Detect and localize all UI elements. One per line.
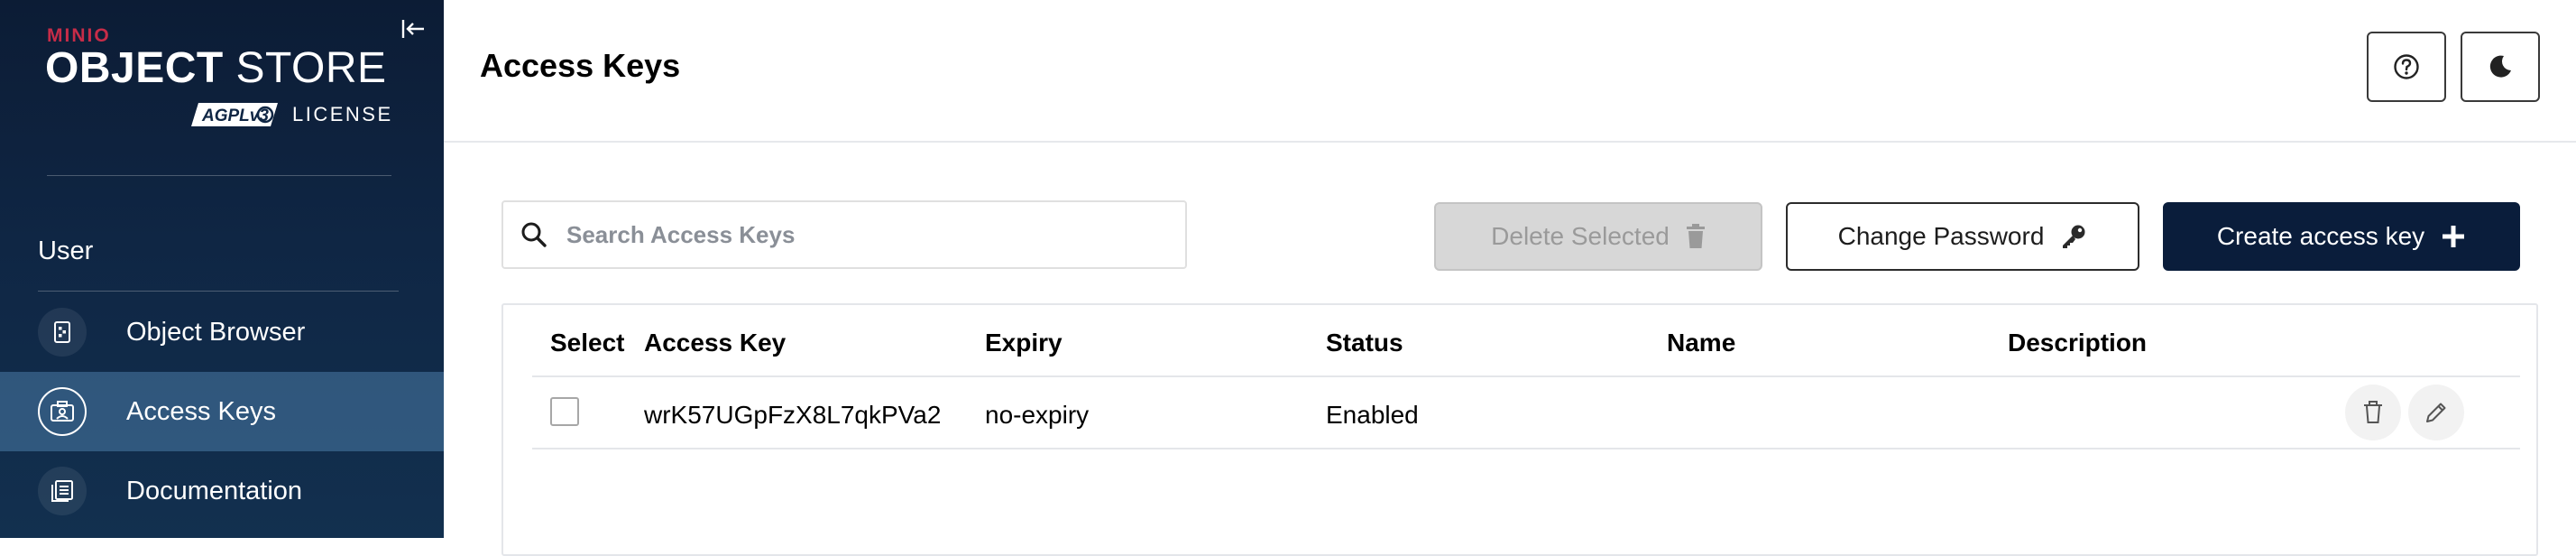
cell-access-key: wrK57UGpFzX8L7qkPVa2 [644,401,942,429]
sidebar: MINIO OBJECT STORE AGPLv3 LICENSE User O… [0,0,444,538]
logo-product: OBJECT STORE [45,44,387,92]
delete-selected-button[interactable]: Delete Selected [1434,202,1762,271]
dark-mode-icon [2489,55,2511,78]
header-divider [532,375,2520,377]
sidebar-divider [47,175,391,176]
pencil-icon [2426,403,2446,422]
delete-row-button[interactable] [2345,385,2401,440]
documentation-icon [38,467,87,515]
column-header-access-key[interactable]: Access Key [644,329,786,357]
agpl-badge-icon: AGPLv3 [191,103,278,126]
change-password-button[interactable]: Change Password [1786,202,2139,271]
object-browser-icon [38,308,87,357]
trash-icon [1686,224,1705,248]
sidebar-section-user: User [38,236,94,265]
key-icon [2063,225,2085,248]
cell-status: Enabled [1326,401,1419,429]
column-header-name[interactable]: Name [1667,329,1735,357]
page-header: Access Keys [444,0,2576,143]
trash-icon [2364,401,2382,423]
search-input[interactable] [566,211,1162,258]
column-header-status[interactable]: Status [1326,329,1403,357]
plus-icon [2443,226,2465,247]
create-access-key-label: Create access key [2216,222,2425,250]
sidebar-item-label: Documentation [126,476,303,505]
sidebar-item-access-keys[interactable]: Access Keys [0,372,444,451]
search-icon [521,222,547,247]
help-icon [2394,54,2419,79]
sidebar-section-divider [38,291,399,292]
column-header-description[interactable]: Description [2008,329,2147,357]
column-header-expiry[interactable]: Expiry [985,329,1063,357]
page-title: Access Keys [480,47,681,84]
cell-expiry: no-expiry [985,401,1090,429]
sidebar-item-label: Access Keys [126,396,276,426]
main-content: Delete Selected Change Password Create a… [444,144,2576,556]
edit-row-button[interactable] [2408,385,2464,440]
help-button[interactable] [2367,32,2446,102]
column-header-select: Select [550,329,625,357]
access-keys-icon [38,387,87,436]
collapse-left-icon [401,20,424,38]
change-password-label: Change Password [1837,222,2045,250]
row-divider [532,448,2520,449]
access-keys-table: Select Access Key Expiry Status Name Des… [501,303,2538,556]
sidebar-item-label: Object Browser [126,317,306,347]
collapse-sidebar-button[interactable] [399,14,428,43]
row-select-checkbox[interactable] [550,397,579,426]
search-box [501,200,1187,269]
create-access-key-button[interactable]: Create access key [2163,202,2520,271]
minio-logo[interactable]: MINIO OBJECT STORE AGPLv3 LICENSE [45,25,397,132]
logo-license: LICENSE [292,103,393,125]
sidebar-item-object-browser[interactable]: Object Browser [0,292,444,372]
delete-selected-label: Delete Selected [1491,222,1670,250]
sidebar-item-documentation[interactable]: Documentation [0,451,444,531]
dark-mode-toggle[interactable] [2461,32,2540,102]
